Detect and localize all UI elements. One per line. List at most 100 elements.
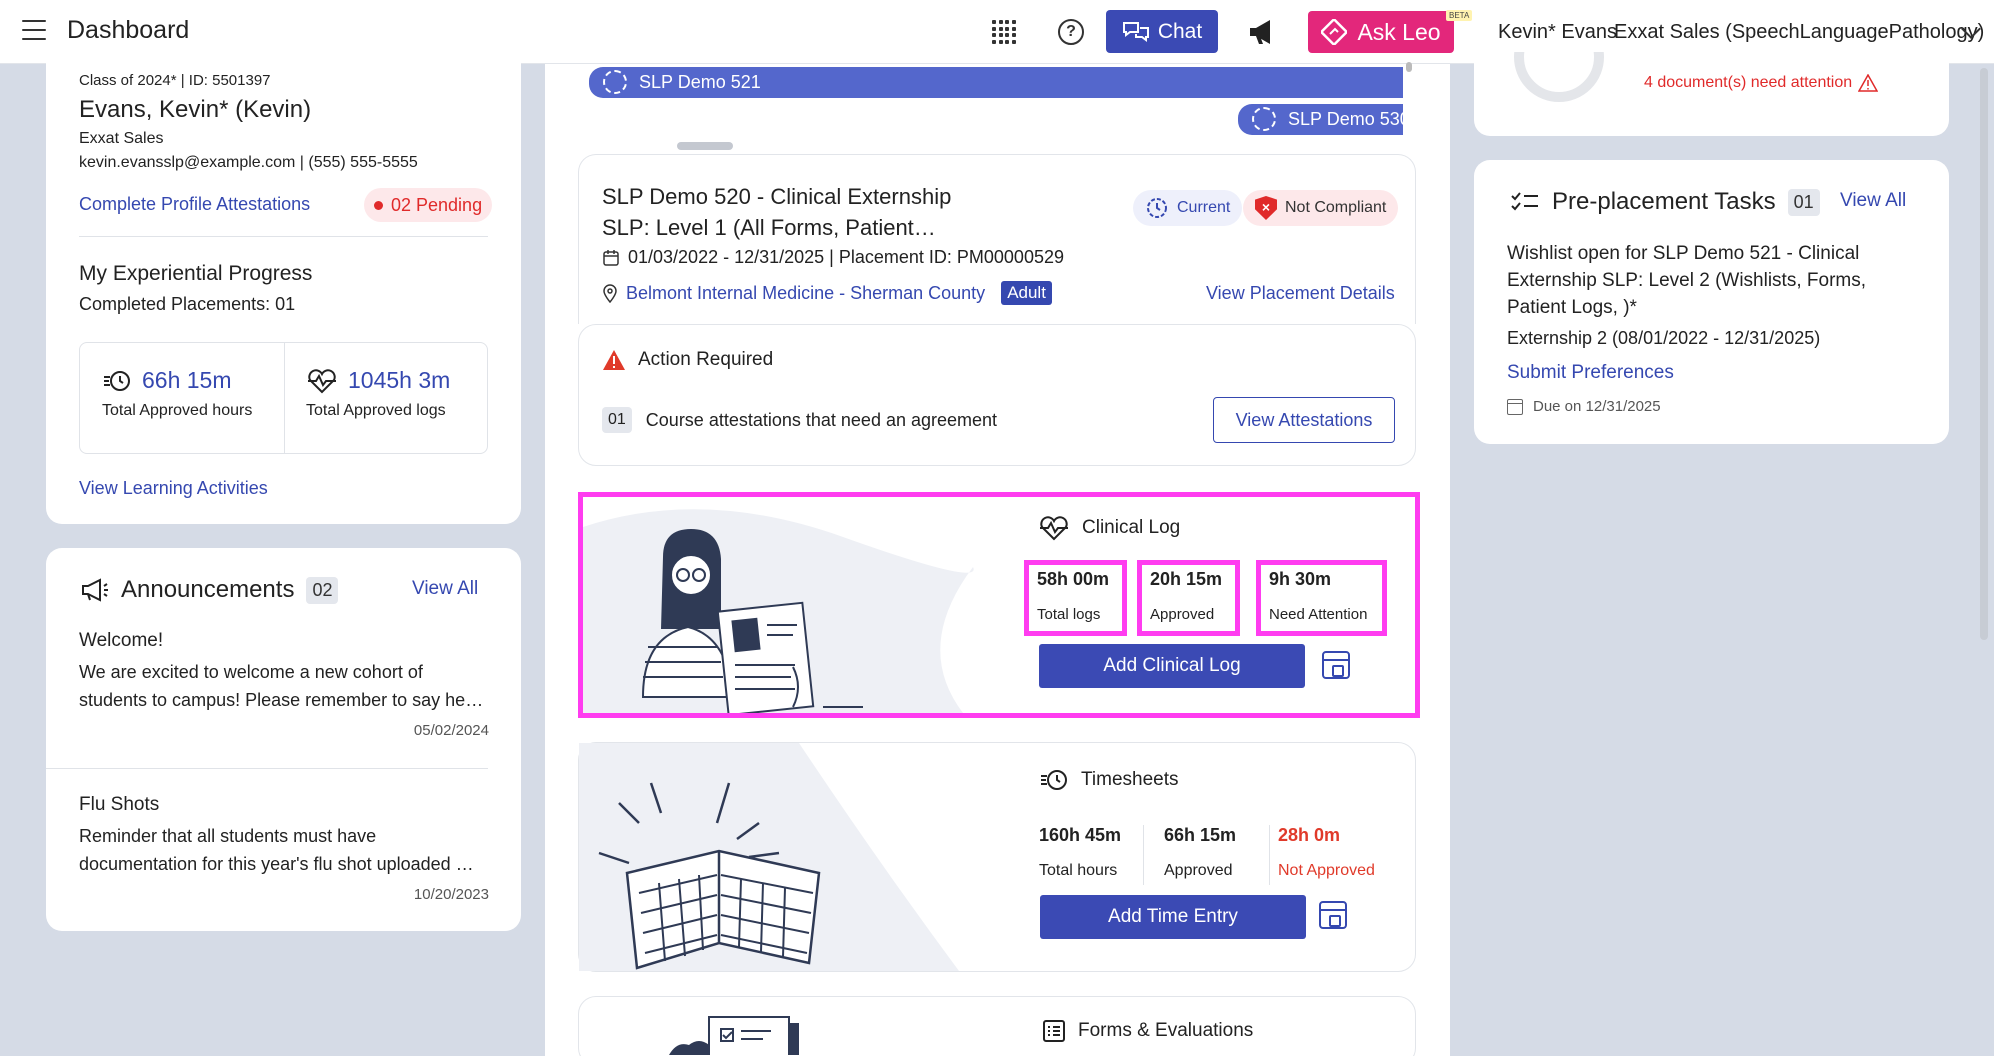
- placement-card: SLP Demo 520 - Clinical Externship SLP: …: [578, 154, 1416, 324]
- placement-dates: 01/03/2022 - 12/31/2025 | Placement ID: …: [602, 247, 1064, 268]
- approved-logs-stat: 1045h 3m Total Approved logs: [306, 367, 450, 420]
- ask-leo-button[interactable]: Ask Leo: [1308, 11, 1454, 53]
- placement-tab-next[interactable]: SLP Demo 530: [1238, 104, 1403, 135]
- add-time-entry-button[interactable]: Add Time Entry: [1040, 895, 1306, 939]
- announcements-count: 02: [306, 576, 339, 604]
- pending-dot-icon: [374, 200, 383, 210]
- calendar-icon: [603, 249, 619, 266]
- clinical-log-card: Clinical Log 58h 00m Total logs 20h 15m …: [578, 492, 1420, 718]
- announcement-title: Flu Shots: [79, 794, 160, 815]
- timesheets-illustration: [579, 743, 959, 971]
- student-org: Exxat Sales: [79, 130, 164, 147]
- timesheet-metric-total: 160h 45m Total hours: [1039, 825, 1122, 879]
- pending-badge: 02 Pending: [364, 188, 493, 222]
- announcement-date: 05/02/2024: [413, 722, 489, 739]
- forms-illustration: [669, 1016, 799, 1055]
- site-link[interactable]: Belmont Internal Medicine - Sherman Coun…: [626, 283, 985, 304]
- progress-stats: 66h 15m Total Approved hours 1045h 3m To…: [79, 342, 488, 454]
- add-clinical-log-button[interactable]: Add Clinical Log: [1039, 644, 1305, 688]
- timer-icon: [1252, 107, 1276, 131]
- announcement-date: 10/20/2023: [413, 886, 489, 903]
- heart-pulse-icon: [1040, 516, 1068, 541]
- megaphone-icon[interactable]: [1247, 18, 1277, 46]
- placement-title: SLP Demo 520 - Clinical Externship SLP: …: [602, 184, 952, 240]
- tasks-count: 01: [1787, 188, 1820, 216]
- map-pin-icon: [603, 284, 617, 303]
- announcement-megaphone-icon: [82, 578, 108, 602]
- calendar-icon: [1507, 398, 1523, 415]
- submit-preferences-link[interactable]: Submit Preferences: [1507, 362, 1674, 384]
- documents-attention[interactable]: 4 document(s) need attention: [1644, 74, 1879, 92]
- checklist-icon: [1043, 1020, 1065, 1042]
- approved-logs-value: 1045h 3m: [348, 367, 451, 393]
- placement-tab-active[interactable]: SLP Demo 521: [589, 67, 1403, 98]
- scroll-indicator[interactable]: [1406, 62, 1412, 72]
- task-title: Wishlist open for SLP Demo 521 - Clinica…: [1507, 243, 1866, 318]
- announcements-title: Announcements: [121, 576, 295, 603]
- apps-grid-icon[interactable]: [992, 20, 1016, 44]
- pre-placement-tasks-card: Pre-placement Tasks 01 View All Wishlist…: [1474, 160, 1949, 444]
- tasks-view-all[interactable]: View All: [1840, 190, 1906, 212]
- ask-leo-label: Ask Leo: [1357, 18, 1441, 45]
- view-attestations-button[interactable]: View Attestations: [1213, 397, 1395, 443]
- page-scrollbar[interactable]: [1980, 68, 1988, 640]
- approved-hours-value: 66h 15m: [142, 367, 232, 393]
- org-selector[interactable]: Exxat Sales (SpeechLanguagePathology): [1614, 21, 1984, 44]
- divider: [79, 236, 488, 237]
- status-current-badge: Current: [1133, 190, 1243, 226]
- announcement-item[interactable]: Welcome! We are excited to welcome a new…: [79, 630, 489, 739]
- forms-title: Forms & Evaluations: [1078, 1020, 1254, 1041]
- clock-history-icon: [104, 370, 130, 391]
- help-icon[interactable]: ?: [1058, 19, 1084, 45]
- page-title: Dashboard: [67, 16, 190, 44]
- clinical-log-title: Clinical Log: [1082, 517, 1181, 538]
- announcement-body: Reminder that all students must have docu…: [79, 826, 474, 874]
- chat-button[interactable]: Chat: [1106, 10, 1218, 53]
- approved-logs-label: Total Approved logs: [306, 402, 446, 419]
- profile-card: Class of 2024* | ID: 5501397 Evans, Kevi…: [46, 52, 521, 524]
- timer-icon: [1147, 198, 1167, 218]
- timer-icon: [603, 70, 627, 94]
- clinical-log-illustration: [583, 509, 974, 713]
- student-name: Evans, Kevin* (Kevin): [79, 96, 312, 123]
- timesheet-metric-not-approved: 28h 0m Not Approved: [1278, 825, 1375, 879]
- class-id: Class of 2024* | ID: 5501397: [79, 72, 271, 89]
- clinical-metric-attention: 9h 30m Need Attention: [1256, 560, 1387, 636]
- action-text: Course attestations that need an agreeme…: [645, 409, 998, 430]
- placement-tab-label: SLP Demo 521: [639, 72, 761, 92]
- action-count: 01: [602, 407, 632, 433]
- chat-bubbles-icon: [1122, 21, 1149, 42]
- announcements-view-all[interactable]: View All: [412, 578, 478, 600]
- placement-tab-label: SLP Demo 530: [1288, 109, 1403, 129]
- calendar-icon[interactable]: [1319, 901, 1347, 929]
- timesheets-card: Timesheets 160h 45m Total hours 66h 15m …: [578, 742, 1416, 972]
- population-badge: Adult: [1001, 281, 1052, 305]
- action-title: Action Required: [638, 349, 774, 370]
- menu-icon[interactable]: [22, 20, 46, 40]
- beta-badge: BETA: [1446, 10, 1473, 21]
- announcements-card: Announcements 02 View All Welcome! We ar…: [46, 548, 521, 931]
- calendar-icon[interactable]: [1322, 651, 1350, 679]
- view-placement-details-link[interactable]: View Placement Details: [1206, 283, 1395, 304]
- announcement-body: We are excited to welcome a new cohort o…: [79, 662, 484, 710]
- clinical-metric-approved: 20h 15m Approved: [1137, 560, 1240, 636]
- profile-attestations-link[interactable]: Complete Profile Attestations: [79, 194, 310, 215]
- user-name[interactable]: Kevin* Evans: [1498, 21, 1617, 44]
- placement-location: Belmont Internal Medicine - Sherman Coun…: [602, 281, 1052, 305]
- not-compliant-badge: × Not Compliant: [1243, 190, 1399, 226]
- carousel-scrollbar[interactable]: [677, 142, 733, 150]
- timesheet-metric-approved: 66h 15m Approved: [1164, 825, 1237, 879]
- clock-history-icon: [1041, 770, 1067, 790]
- shield-x-icon: ×: [1255, 196, 1277, 220]
- announcement-item[interactable]: Flu Shots Reminder that all students mus…: [79, 794, 489, 903]
- forms-card: Forms & Evaluations: [578, 996, 1416, 1056]
- learning-activities-link[interactable]: View Learning Activities: [79, 478, 268, 499]
- documents-card: 4 document(s) need attention: [1474, 52, 1949, 136]
- chat-label: Chat: [1157, 19, 1203, 43]
- completed-placements: Completed Placements: 01: [79, 294, 296, 314]
- heart-pulse-icon: [308, 368, 336, 393]
- pending-label: 02 Pending: [391, 194, 483, 215]
- tasks-title: Pre-placement Tasks: [1552, 188, 1776, 215]
- student-contact: kevin.evansslp@example.com | (555) 555-5…: [79, 154, 418, 171]
- clinical-metric-total: 58h 00m Total logs: [1024, 560, 1127, 636]
